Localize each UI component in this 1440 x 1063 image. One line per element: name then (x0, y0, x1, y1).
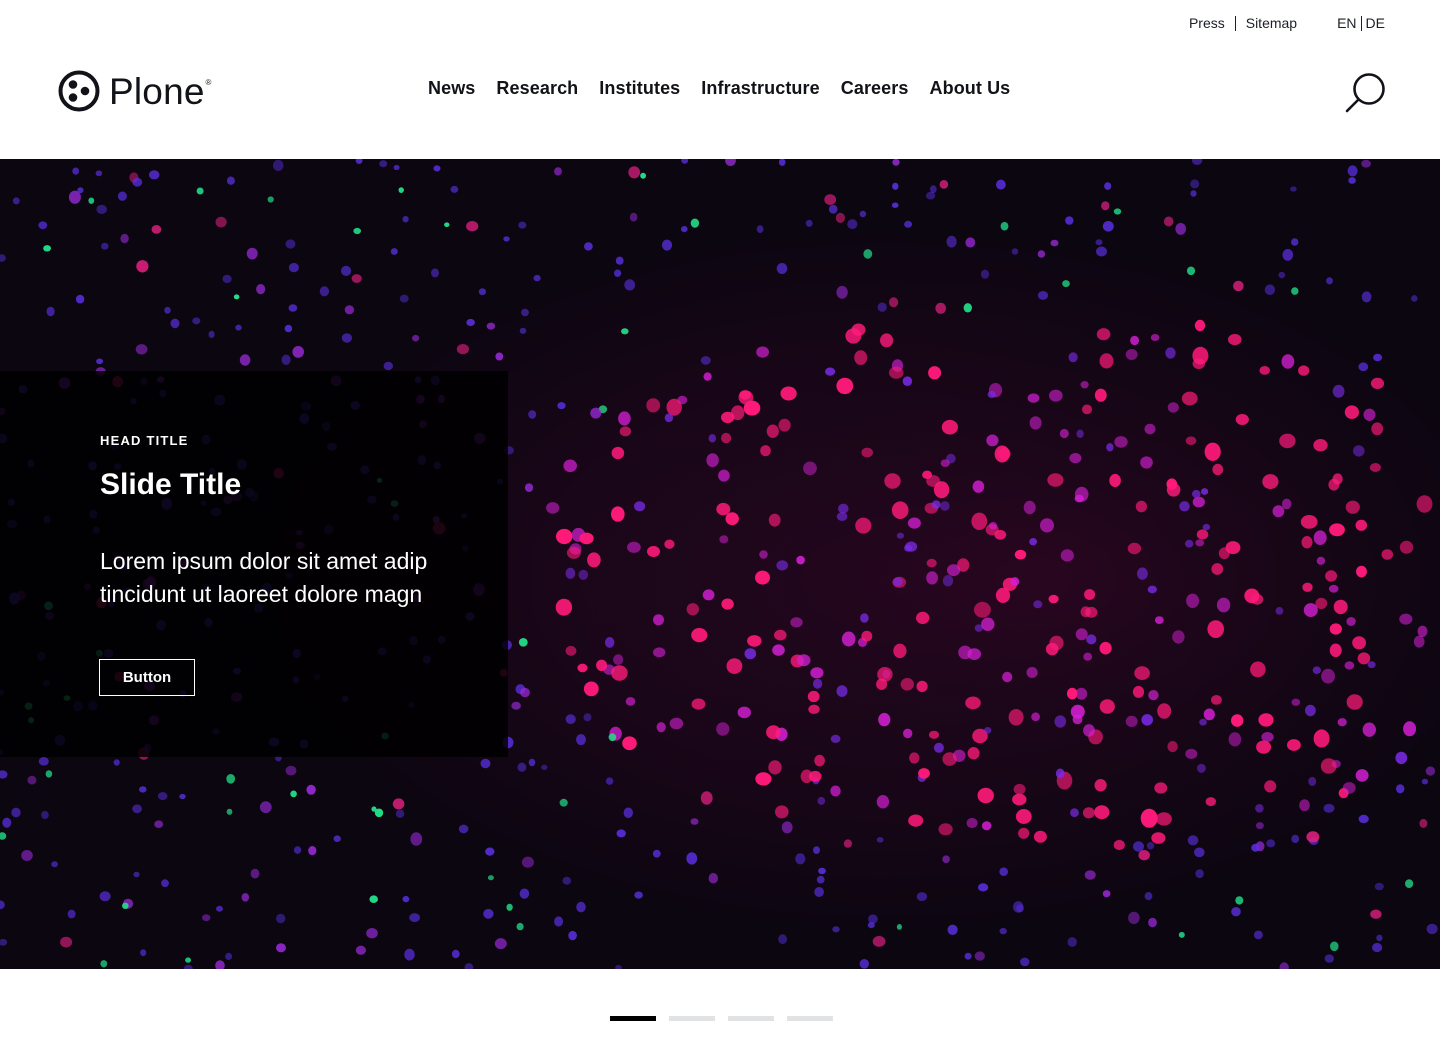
slide-title: Slide Title (100, 468, 242, 501)
slide-indicator-2[interactable] (669, 1016, 715, 1021)
language-switcher: EN DE (1337, 15, 1385, 31)
search-button[interactable] (1343, 71, 1387, 115)
slide-indicator-1[interactable] (610, 1016, 656, 1021)
nav-item-news[interactable]: News (428, 78, 475, 99)
nav-item-research[interactable]: Research (496, 78, 578, 99)
hero-slider: HEAD TITLE Slide Title Lorem ipsum dolor… (0, 159, 1440, 969)
logo-wordmark: Plone ® (109, 70, 212, 112)
slide-head-title: HEAD TITLE (100, 433, 189, 448)
slide-cta-button[interactable]: Button (99, 659, 195, 696)
slider-pagination (610, 1016, 833, 1021)
search-icon (1345, 73, 1385, 113)
main-navigation: News Research Institutes Infrastructure … (428, 78, 1010, 99)
site-logo[interactable]: Plone ® (58, 70, 212, 112)
slide-indicator-3[interactable] (728, 1016, 774, 1021)
nav-item-institutes[interactable]: Institutes (599, 78, 680, 99)
nav-item-careers[interactable]: Careers (841, 78, 909, 99)
press-link[interactable]: Press (1189, 15, 1225, 31)
language-de-link[interactable]: DE (1366, 15, 1385, 31)
sitemap-link[interactable]: Sitemap (1246, 15, 1297, 31)
separator (1234, 15, 1236, 31)
slide-indicator-4[interactable] (787, 1016, 833, 1021)
plone-logo-icon (58, 70, 100, 112)
nav-item-infrastructure[interactable]: Infrastructure (701, 78, 819, 99)
language-en-link[interactable]: EN (1337, 15, 1356, 31)
separator (1360, 15, 1362, 31)
registered-mark: ® (205, 77, 212, 87)
slide-caption-card: HEAD TITLE Slide Title Lorem ipsum dolor… (0, 371, 508, 757)
nav-item-about-us[interactable]: About Us (930, 78, 1011, 99)
slide-description: Lorem ipsum dolor sit amet adip tincidun… (100, 548, 428, 607)
utility-nav: Press Sitemap EN DE (1189, 15, 1385, 31)
